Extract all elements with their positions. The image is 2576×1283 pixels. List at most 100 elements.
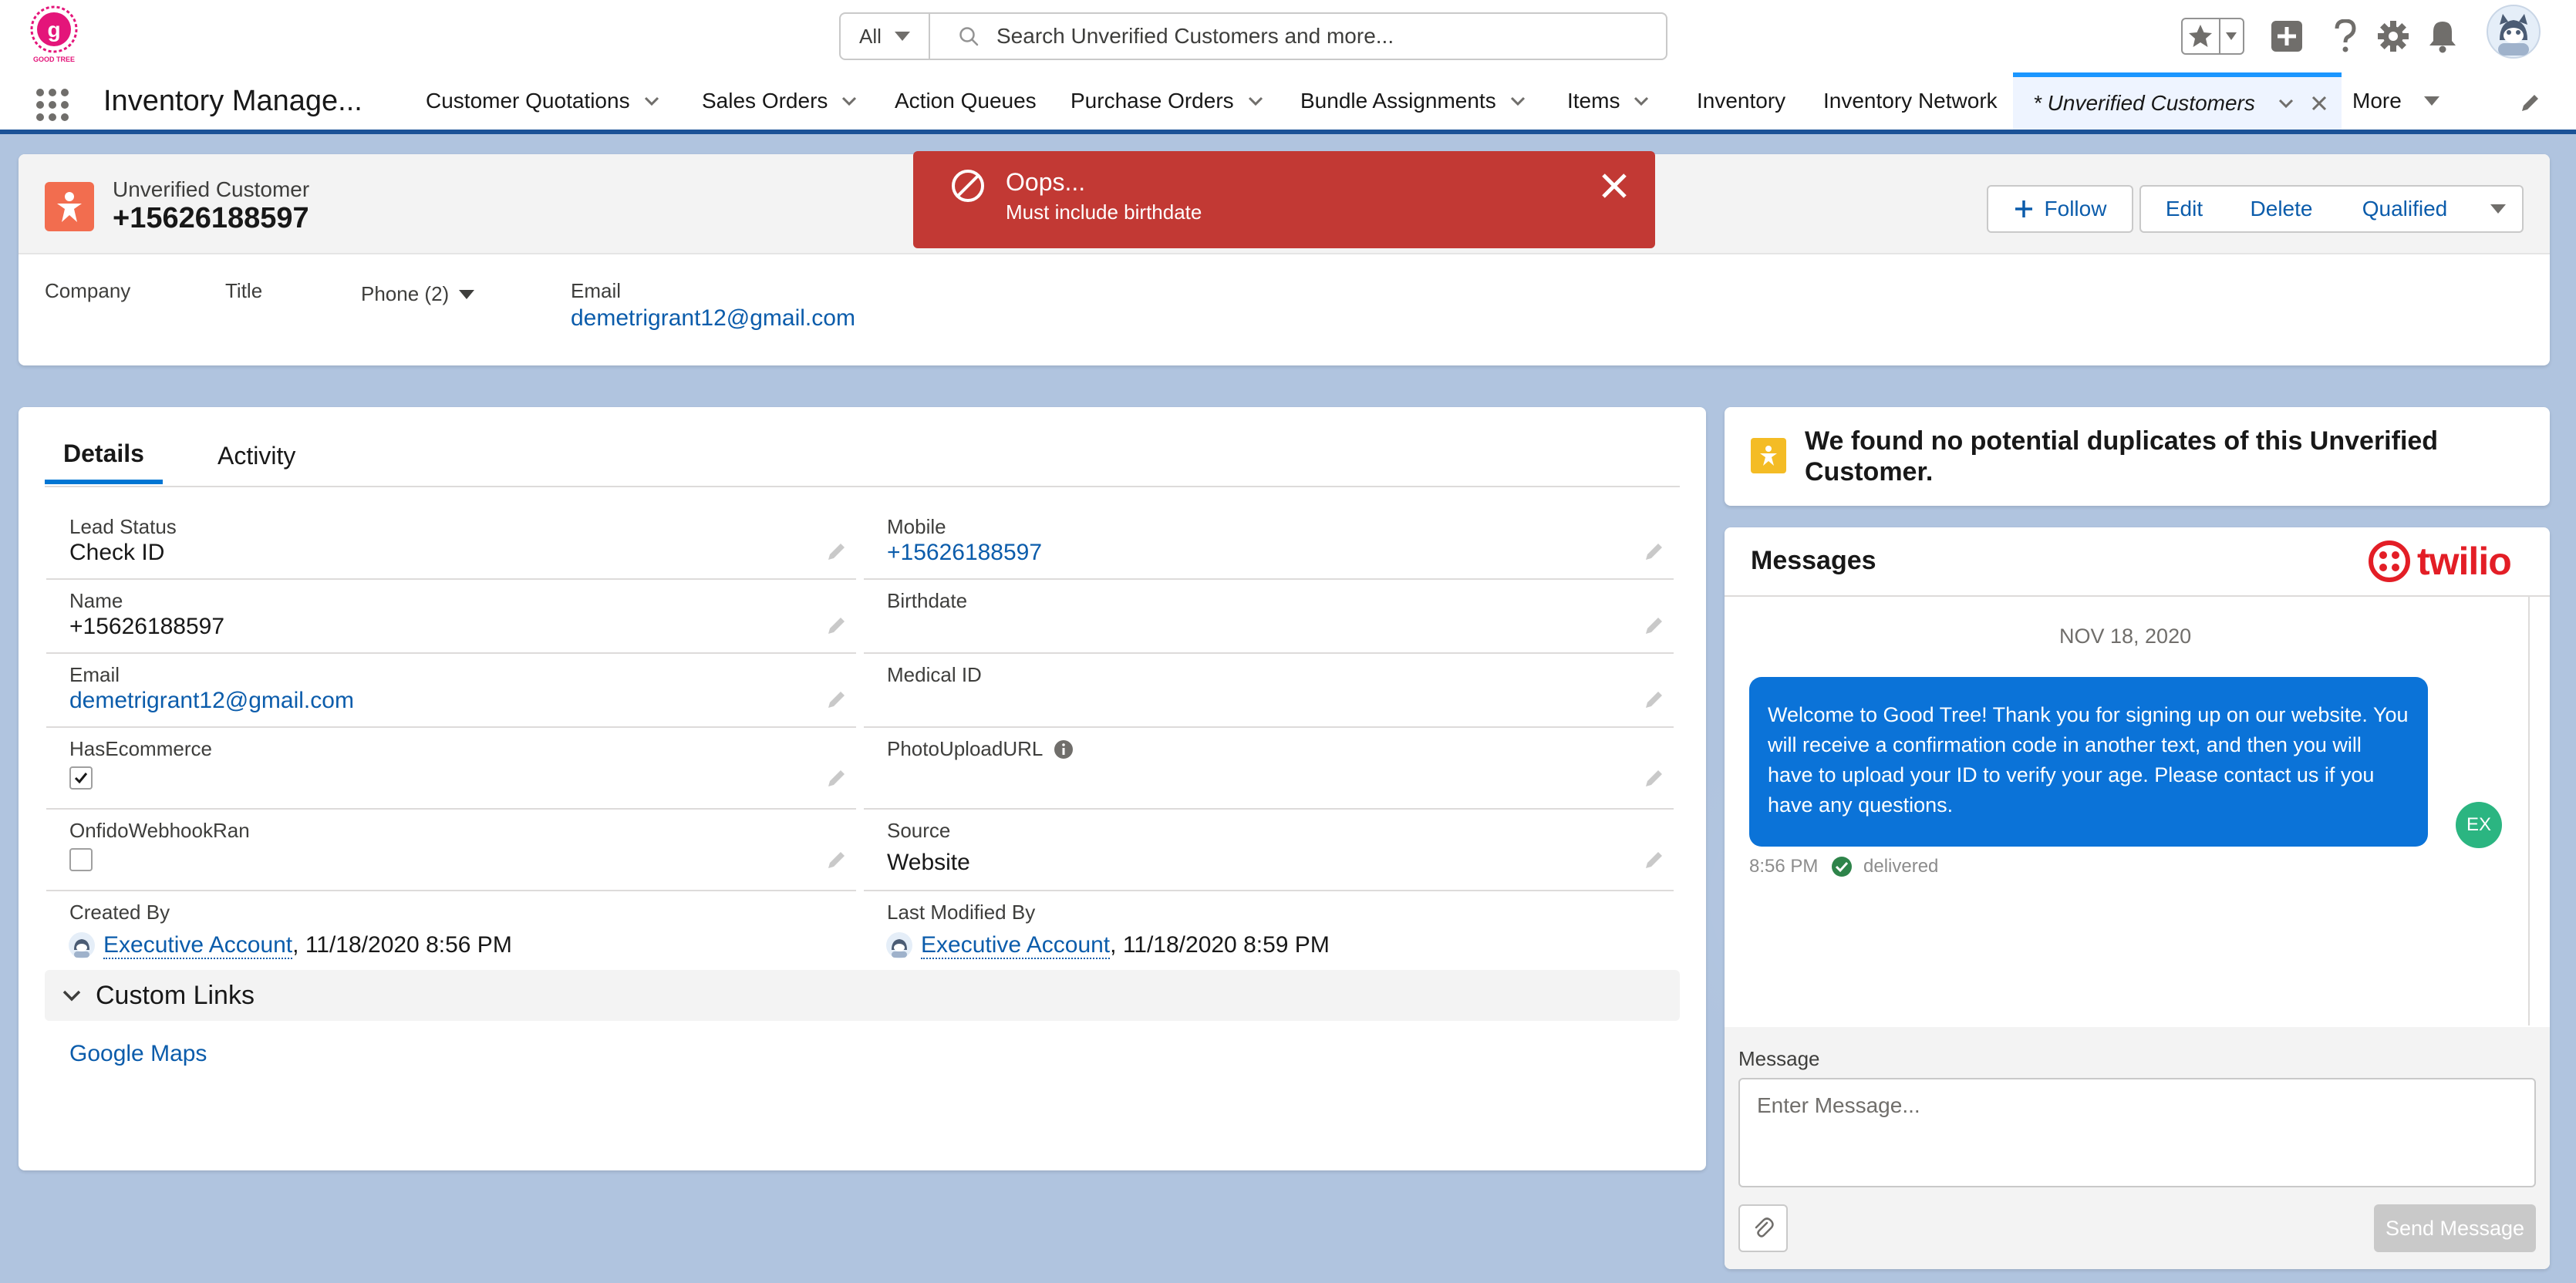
field-label: Medical ID	[887, 663, 982, 686]
paperclip-icon	[1752, 1217, 1775, 1240]
info-icon[interactable]	[1054, 739, 1074, 759]
error-toast: Oops... Must include birthdate	[913, 151, 1655, 248]
toast-message: Must include birthdate	[1006, 200, 1202, 224]
good-tree-logo[interactable]: g GOOD TREE	[25, 5, 83, 63]
plus-icon	[2014, 199, 2034, 219]
follow-button[interactable]: Follow	[1987, 185, 2133, 233]
last-modified-datetime: , 11/18/2020 8:59 PM	[1110, 932, 1330, 958]
field-birthdate: Birthdate	[864, 580, 1674, 654]
nav-item-label: Inventory	[1697, 89, 1786, 113]
more-actions-button[interactable]	[2474, 185, 2524, 233]
global-actions-button[interactable]	[2267, 17, 2306, 56]
chevron-down-icon[interactable]	[1245, 90, 1266, 112]
notifications-button[interactable]	[2423, 17, 2462, 56]
pencil-icon[interactable]	[1643, 848, 1666, 871]
mobile-value-link[interactable]: +15626188597	[887, 540, 1042, 566]
field-medical-id: Medical ID	[864, 654, 1674, 728]
global-search[interactable]	[929, 12, 1667, 60]
twilio-wordmark: twilio	[2417, 540, 2512, 583]
pencil-icon[interactable]	[1643, 688, 1666, 711]
tab-details[interactable]: Details	[45, 427, 163, 484]
field-label: Created By	[69, 901, 170, 924]
message-input[interactable]	[1738, 1078, 2536, 1187]
phone-dropdown[interactable]: Phone (2)	[361, 282, 475, 306]
email-link[interactable]: demetrigrant12@gmail.com	[571, 305, 855, 332]
onfido-webhook-checkbox[interactable]	[69, 848, 93, 871]
app-launcher-button[interactable]	[34, 86, 71, 123]
created-by-user-link[interactable]: Executive Account	[103, 932, 293, 959]
custom-links-section-toggle[interactable]: Custom Links	[45, 970, 1680, 1021]
pencil-icon[interactable]	[825, 848, 848, 871]
bell-icon	[2427, 19, 2458, 53]
custom-links-title: Custom Links	[96, 980, 255, 1010]
message-date: NOV 18, 2020	[2059, 625, 2192, 648]
user-avatar[interactable]	[2487, 5, 2541, 59]
send-message-button[interactable]: Send Message	[2374, 1204, 2536, 1252]
field-label: HasEcommerce	[69, 737, 212, 760]
tabs-divider	[45, 486, 1680, 487]
nav-item-label: Purchase Orders	[1071, 89, 1234, 113]
edit-button[interactable]: Edit	[2139, 185, 2229, 233]
pencil-icon[interactable]	[825, 688, 848, 711]
nav-item-label: Action Queues	[895, 89, 1037, 113]
pencil-icon[interactable]	[1643, 540, 1666, 563]
nav-item-inventory-network[interactable]: Inventory Network	[1823, 72, 1998, 130]
delete-label: Delete	[2250, 197, 2313, 221]
chevron-down-icon[interactable]	[2275, 93, 2297, 114]
chevron-down-icon[interactable]	[1630, 90, 1652, 112]
toast-close-button[interactable]	[1600, 171, 1629, 200]
chevron-down-icon[interactable]	[641, 90, 663, 112]
message-input-label: Message	[1738, 1047, 1820, 1070]
search-input[interactable]	[995, 23, 1630, 49]
nav-item-purchase-orders[interactable]: Purchase Orders	[1071, 72, 1266, 130]
chevron-down-icon[interactable]	[838, 90, 860, 112]
field-label: OnfidoWebhookRan	[69, 819, 250, 842]
help-button[interactable]	[2326, 17, 2365, 56]
nav-item-customer-quotations[interactable]: Customer Quotations	[426, 72, 663, 130]
unverified-customer-icon	[45, 182, 94, 231]
nav-item-label: Bundle Assignments	[1300, 89, 1496, 113]
nav-item-action-queues[interactable]: Action Queues	[895, 72, 1037, 130]
last-modified-user-link[interactable]: Executive Account	[921, 932, 1111, 959]
close-icon	[1600, 171, 1629, 200]
search-scope-select[interactable]: All	[839, 12, 930, 60]
nav-item-inventory[interactable]: Inventory	[1697, 72, 1785, 130]
nav-item-items[interactable]: Items	[1567, 72, 1652, 130]
email-value-link[interactable]: demetrigrant12@gmail.com	[69, 688, 354, 714]
messages-title: Messages	[1751, 546, 1876, 575]
error-icon	[950, 168, 986, 204]
setup-button[interactable]	[2374, 17, 2412, 56]
has-ecommerce-checkbox[interactable]	[69, 766, 93, 790]
caret-down-icon	[894, 31, 911, 42]
attach-button[interactable]	[1738, 1204, 1788, 1252]
message-status: delivered	[1863, 856, 1939, 877]
field-last-modified-by: Last Modified By Executive Account, 11/1…	[864, 891, 1674, 968]
company-label: Company	[45, 279, 131, 302]
pencil-icon[interactable]	[825, 766, 848, 790]
pencil-icon[interactable]	[825, 540, 848, 563]
google-maps-link[interactable]: Google Maps	[69, 1041, 207, 1067]
pencil-icon[interactable]	[1643, 614, 1666, 637]
edit-nav-button[interactable]	[2519, 91, 2542, 114]
field-label: Name	[69, 589, 123, 612]
qualified-button[interactable]: Qualified	[2335, 185, 2476, 233]
duplicates-icon	[1751, 438, 1786, 473]
nav-item-label: Inventory Network	[1823, 89, 1998, 113]
nav-item-sales-orders[interactable]: Sales Orders	[702, 72, 860, 130]
toast-title: Oops...	[1006, 168, 1086, 196]
favorites-button[interactable]	[2181, 17, 2244, 56]
delete-button[interactable]: Delete	[2227, 185, 2337, 233]
close-icon[interactable]	[2309, 93, 2329, 113]
pencil-icon[interactable]	[1643, 766, 1666, 790]
delivered-check-icon	[1831, 856, 1853, 877]
nav-more-button[interactable]: More	[2352, 72, 2440, 130]
nav-item-bundle-assignments[interactable]: Bundle Assignments	[1300, 72, 1529, 130]
pencil-icon[interactable]	[825, 614, 848, 637]
chevron-down-icon[interactable]	[1507, 90, 1529, 112]
tab-unverified-customers[interactable]: * Unverified Customers	[2013, 72, 2342, 130]
field-value: Website	[887, 850, 970, 875]
message-bubble: Welcome to Good Tree! Thank you for sign…	[1749, 677, 2428, 847]
tab-activity[interactable]: Activity	[202, 427, 311, 484]
twilio-logo: twilio	[2368, 537, 2512, 586]
field-has-ecommerce: HasEcommerce	[46, 728, 856, 810]
